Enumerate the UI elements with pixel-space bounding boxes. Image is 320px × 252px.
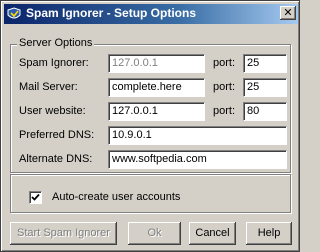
mail-server-field[interactable]: complete.here xyxy=(108,78,205,97)
close-icon: ✕ xyxy=(283,6,293,19)
mail-server-port-field[interactable]: 25 xyxy=(243,78,287,97)
alternate-dns-label: Alternate DNS: xyxy=(19,153,93,165)
start-spam-ignorer-button[interactable]: Start Spam Ignorer xyxy=(10,222,117,245)
window-title: Spam Ignorer - Setup Options xyxy=(26,6,197,20)
preferred-dns-label: Preferred DNS: xyxy=(19,129,95,141)
user-website-field[interactable]: 127.0.0.1 xyxy=(108,102,205,121)
check-icon xyxy=(31,193,40,201)
app-icon xyxy=(6,6,22,22)
auto-create-label[interactable]: Auto-create user accounts xyxy=(52,191,180,203)
mail-server-label: Mail Server: xyxy=(19,81,78,93)
auto-create-checkbox[interactable] xyxy=(29,191,42,204)
user-website-port-field[interactable]: 80 xyxy=(243,102,287,121)
user-website-label: User website: xyxy=(19,105,86,117)
cancel-button[interactable]: Cancel xyxy=(189,222,236,245)
alternate-dns-field[interactable]: www.softpedia.com xyxy=(108,150,287,169)
title-bar[interactable]: Spam Ignorer - Setup Options ✕ xyxy=(4,4,298,24)
preferred-dns-field[interactable]: 10.9.0.1 xyxy=(108,126,287,145)
spam-ignorer-label: Spam Ignorer: xyxy=(19,57,89,69)
spam-ignorer-port-field[interactable]: 25 xyxy=(243,54,287,73)
server-options-title: Server Options xyxy=(17,37,95,49)
spam-ignorer-address-field: 127.0.0.1 xyxy=(108,54,205,73)
user-website-port-label: port: xyxy=(213,105,236,117)
spam-ignorer-port-label: port: xyxy=(213,57,236,69)
setup-options-window: Spam Ignorer - Setup Options ✕ Server Op… xyxy=(0,0,300,252)
help-button[interactable]: Help xyxy=(246,222,292,245)
mail-server-port-label: port: xyxy=(213,81,236,93)
close-button[interactable]: ✕ xyxy=(280,6,296,20)
ok-button[interactable]: Ok xyxy=(128,222,181,245)
